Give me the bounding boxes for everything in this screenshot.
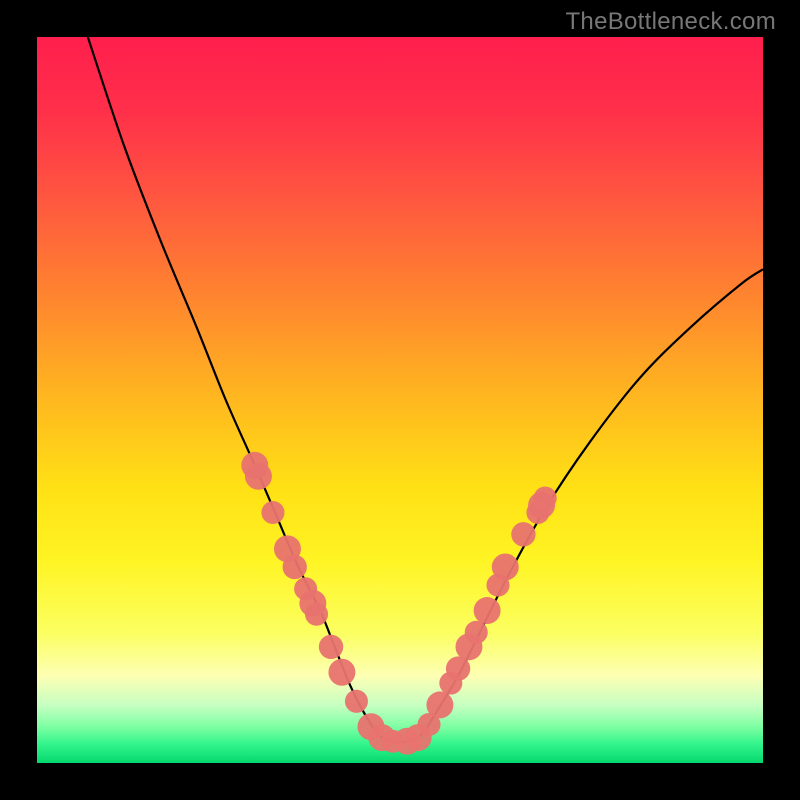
marker-dot <box>328 659 355 686</box>
marker-dot <box>261 501 284 524</box>
marker-dot <box>511 522 535 546</box>
bottleneck-curve <box>37 37 763 763</box>
marker-dot <box>474 597 501 624</box>
marker-dot <box>319 635 343 659</box>
marker-dot <box>283 555 307 579</box>
marker-dot <box>245 463 272 490</box>
marker-dot <box>426 691 453 718</box>
marker-dot <box>345 690 368 713</box>
highlight-points <box>241 452 556 755</box>
chart-root: TheBottleneck.com <box>0 0 800 800</box>
marker-dot <box>492 553 519 580</box>
plot-area <box>37 37 763 763</box>
watermark-text: TheBottleneck.com <box>565 8 776 36</box>
marker-dot <box>305 603 328 626</box>
curve-line <box>88 37 763 742</box>
marker-dot <box>534 486 557 509</box>
marker-dot <box>465 621 488 644</box>
